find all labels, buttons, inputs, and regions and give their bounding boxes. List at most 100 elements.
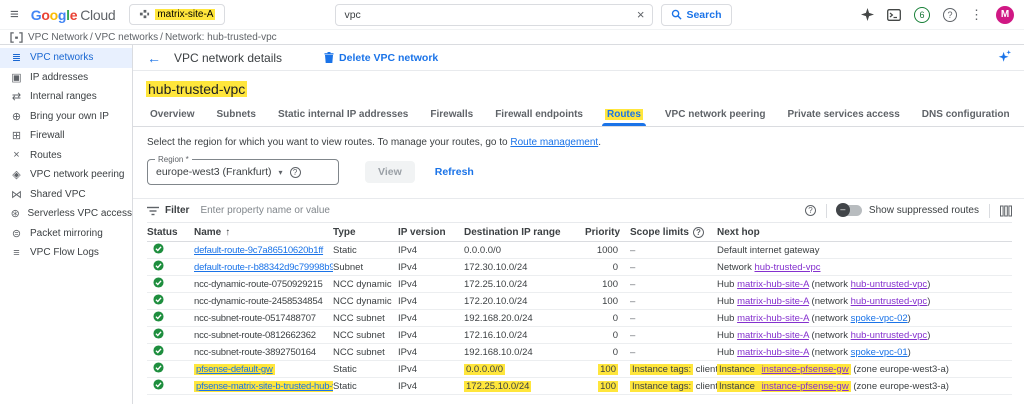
project-icon xyxy=(139,9,150,20)
refresh-button[interactable]: Refresh xyxy=(435,166,474,178)
tab-firewall-endpoints[interactable]: Firewall endpoints xyxy=(484,105,594,126)
search-button[interactable]: Search xyxy=(661,4,731,26)
column-header-status[interactable]: Status xyxy=(147,227,194,238)
status-ok-icon xyxy=(153,379,164,390)
destination-cell: 0.0.0.0/0 xyxy=(464,364,585,375)
filter-input[interactable]: Enter property name or value xyxy=(200,205,804,216)
assist-sparkle-icon[interactable] xyxy=(998,50,1012,66)
column-header-type[interactable]: Type xyxy=(333,227,398,238)
sidebar-item-label: Firewall xyxy=(30,130,64,141)
type-cell: Static xyxy=(333,381,398,392)
sidebar-item-internal-ranges[interactable]: ⇄Internal ranges xyxy=(0,87,132,107)
next-hop-link[interactable]: matrix-hub-site-A xyxy=(737,313,809,324)
avatar[interactable]: M xyxy=(996,6,1014,24)
next-hop-link[interactable]: matrix-hub-site-A xyxy=(737,347,809,358)
clear-search-icon[interactable]: × xyxy=(637,7,645,22)
tab-routes[interactable]: Routes xyxy=(594,105,654,126)
cell-text: ) xyxy=(927,296,930,307)
sidebar-item-ip-addresses[interactable]: ▣IP addresses xyxy=(0,68,132,88)
tab-vpc-network-peering[interactable]: VPC network peering xyxy=(654,105,777,126)
next-hop-link[interactable]: hub-untrusted-vpc xyxy=(851,330,928,341)
region-select[interactable]: Region * europe-west3 (Frankfurt) ▾ ? xyxy=(147,159,339,185)
search-input[interactable]: vpc × xyxy=(335,4,653,26)
next-hop-link[interactable]: hub-untrusted-vpc xyxy=(851,279,928,290)
column-header-ip-version[interactable]: IP version xyxy=(398,227,464,238)
notifications-badge[interactable]: 6 xyxy=(914,7,930,23)
region-row: Region * europe-west3 (Frankfurt) ▾ ? Vi… xyxy=(147,159,1010,185)
sort-ascending-icon[interactable]: ↑ xyxy=(225,227,230,238)
tab-dns-configuration[interactable]: DNS configuration xyxy=(911,105,1021,126)
next-hop-link[interactable]: spoke-vpc-01 xyxy=(851,347,908,358)
cell-text: (network xyxy=(809,347,851,358)
next-hop-link[interactable]: hub-untrusted-vpc xyxy=(851,296,928,307)
next-hop-link[interactable]: matrix-hub-site-A xyxy=(737,330,809,341)
tab-static-internal-ip-addresses[interactable]: Static internal IP addresses xyxy=(267,105,419,126)
sidebar-item-serverless-vpc-access[interactable]: ⊛Serverless VPC access xyxy=(0,204,132,224)
cell-text: Instance xyxy=(717,364,760,375)
sidebar-item-label: Packet mirroring xyxy=(30,228,103,239)
sidebar-item-label: Internal ranges xyxy=(30,91,97,102)
breadcrumb-item-vpc-network[interactable]: VPC Network xyxy=(28,32,88,43)
sidebar-item-routes[interactable]: ×Routes xyxy=(0,146,132,166)
destination-cell: 172.20.10.0/24 xyxy=(464,296,585,307)
delete-vpc-network-button[interactable]: Delete VPC network xyxy=(324,52,438,64)
tab-firewalls[interactable]: Firewalls xyxy=(419,105,484,126)
breadcrumb-item-vpc-networks[interactable]: VPC networks xyxy=(95,32,158,43)
route-name-link[interactable]: default-route-r-b88342d9c79998b9 xyxy=(194,262,333,273)
table-row: ncc-dynamic-route-0750929215NCC dynamicI… xyxy=(147,276,1012,293)
column-header-scope-limits[interactable]: Scope limits? xyxy=(630,227,717,238)
sidebar: ≣VPC networks▣IP addresses⇄Internal rang… xyxy=(0,45,133,404)
next-hop-link[interactable]: hub-trusted-vpc xyxy=(754,262,820,273)
cloud-shell-icon[interactable] xyxy=(887,9,901,21)
column-header-next-hop[interactable]: Next hop xyxy=(717,227,1012,238)
next-hop-cell: Hub matrix-hub-site-A (network spoke-vpc… xyxy=(717,347,1012,358)
view-button[interactable]: View xyxy=(365,161,415,183)
route-name-link[interactable]: default-route-9c7a86510620b1ff xyxy=(194,245,323,256)
vpc-network-peering-icon: ◈ xyxy=(10,168,23,181)
more-options-icon[interactable]: ⋮ xyxy=(970,7,983,23)
tab-private-services-access[interactable]: Private services access xyxy=(776,105,910,126)
menu-icon[interactable]: ≡ xyxy=(10,6,19,23)
tab-subnets[interactable]: Subnets xyxy=(205,105,266,126)
cell-text: Instance tags: xyxy=(630,381,693,392)
show-suppressed-routes-toggle[interactable]: – xyxy=(837,205,862,216)
table-row: pfsense-matrix-site-b-trusted-hub-vpcSta… xyxy=(147,378,1012,395)
column-header-name[interactable]: Name↑ xyxy=(194,227,333,238)
sidebar-item-bring-your-own-ip[interactable]: ⊕Bring your own IP xyxy=(0,107,132,127)
next-hop-link[interactable]: spoke-vpc-02 xyxy=(851,313,908,324)
sidebar-item-label: Routes xyxy=(30,150,62,161)
route-name-link[interactable]: pfsense-matrix-site-b-trusted-hub-vpc xyxy=(194,381,333,392)
scope-limits-cell: – xyxy=(630,262,717,273)
help-icon[interactable]: ? xyxy=(943,8,957,22)
status-cell xyxy=(147,243,194,257)
google-cloud-logo[interactable]: GoogleCloud xyxy=(31,7,116,23)
sidebar-item-packet-mirroring[interactable]: ⊜Packet mirroring xyxy=(0,224,132,244)
back-arrow-icon[interactable]: ← xyxy=(147,50,161,66)
route-management-link[interactable]: Route management xyxy=(510,137,598,148)
sidebar-item-vpc-flow-logs[interactable]: ≡VPC Flow Logs xyxy=(0,243,132,263)
column-header-destination-ip-range[interactable]: Destination IP range xyxy=(464,227,585,238)
next-hop-link[interactable]: matrix-hub-site-A xyxy=(737,279,809,290)
table-help-icon[interactable]: ? xyxy=(805,205,816,216)
next-hop-link[interactable]: matrix-hub-site-A xyxy=(737,296,809,307)
region-help-icon[interactable]: ? xyxy=(290,167,301,178)
gemini-sparkle-icon[interactable] xyxy=(861,8,874,21)
route-name-link[interactable]: pfsense-default-gw xyxy=(194,364,275,375)
sidebar-item-shared-vpc[interactable]: ⋈Shared VPC xyxy=(0,185,132,205)
column-header-priority[interactable]: Priority xyxy=(585,227,630,238)
column-display-icon[interactable] xyxy=(1000,205,1012,217)
project-selector[interactable]: matrix-site-A xyxy=(129,4,225,25)
chevron-down-icon: ▾ xyxy=(279,168,283,177)
status-cell xyxy=(147,311,194,325)
tab-overview[interactable]: Overview xyxy=(139,105,205,126)
next-hop-link[interactable]: instance-pfsense-gw xyxy=(760,364,851,375)
ip-version-cell: IPv4 xyxy=(398,330,464,341)
sidebar-item-vpc-networks[interactable]: ≣VPC networks xyxy=(0,48,132,68)
scope-limits-help-icon[interactable]: ? xyxy=(693,227,704,238)
sidebar-item-firewall[interactable]: ⊞Firewall xyxy=(0,126,132,146)
next-hop-link[interactable]: instance-pfsense-gw xyxy=(760,381,851,392)
ip-addresses-icon: ▣ xyxy=(10,71,23,84)
sidebar-item-vpc-network-peering[interactable]: ◈VPC network peering xyxy=(0,165,132,185)
cell-text: (network xyxy=(809,296,851,307)
google-logo-text: Google xyxy=(31,7,77,23)
